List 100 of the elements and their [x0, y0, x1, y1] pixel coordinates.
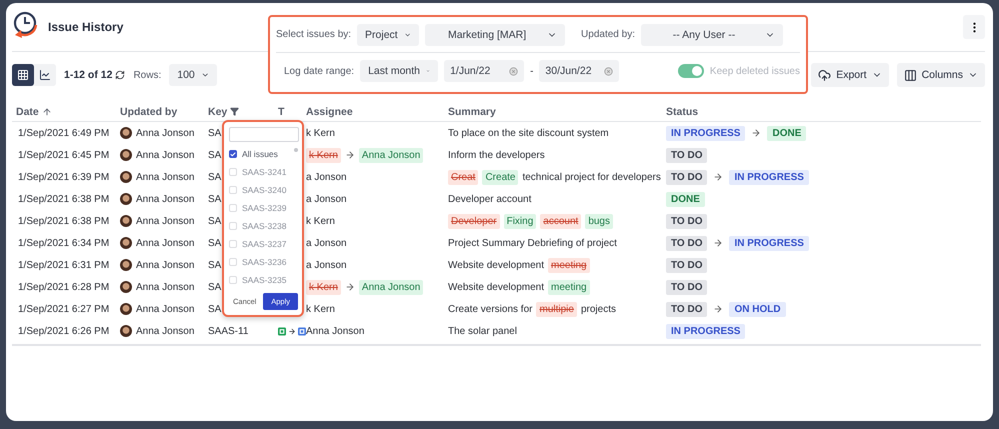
date-cell-text: 1/Sep/2021 6:31 PM	[17, 260, 110, 270]
summary-text: Inform the developers	[448, 150, 545, 160]
issue-key: SA	[208, 260, 222, 270]
user-name: Anna Jonson	[136, 150, 194, 160]
refresh-icon[interactable]	[115, 70, 126, 80]
status-badge: TO DO	[666, 214, 708, 228]
issue-key: SA	[208, 238, 222, 248]
arrow-icon	[713, 304, 724, 314]
summary-text: To place on the site discount system	[448, 128, 609, 138]
export-button[interactable]: Export	[811, 63, 889, 87]
date-cell-text: 1/Sep/2021 6:38 PM	[17, 216, 110, 226]
issue-key: SA	[208, 216, 222, 226]
added-text: Create	[482, 170, 518, 184]
date-range-dropdown[interactable]: Last month	[360, 60, 438, 82]
assignee-name: k Kern	[306, 216, 335, 226]
checkbox[interactable]	[229, 150, 237, 158]
scrollbar-thumb	[294, 148, 298, 152]
avatar	[120, 215, 132, 227]
date-cell-text: 1/Sep/2021 6:26 PM	[17, 326, 110, 336]
summary-text: Create versions for	[448, 304, 532, 314]
removed-text: Creat	[448, 170, 478, 184]
clear-icon[interactable]	[509, 66, 518, 76]
column-header: Date	[16, 106, 39, 118]
arrow-icon	[751, 128, 762, 138]
assignee-name: a Jonson	[306, 194, 347, 204]
status-badge: IN PROGRESS	[729, 170, 809, 184]
added-text: meeting	[548, 280, 590, 294]
status-badge: TO DO	[666, 236, 708, 250]
option-label[interactable]: All issues	[242, 149, 278, 159]
updated-by-dropdown[interactable]: -- Any User --	[640, 24, 783, 46]
status-badge: DONE	[767, 126, 806, 140]
end-date-field[interactable]: 30/Jun/22	[539, 60, 620, 82]
status-badge: ON HOLD	[729, 302, 786, 316]
summary-text: technical project for developers	[522, 172, 661, 182]
rows-dropdown[interactable]: 100	[169, 64, 218, 86]
date-cell-text: 1/Sep/2021 6:49 PM	[17, 128, 110, 138]
assignee-name: k Kern	[306, 304, 335, 314]
issue-key: SA	[208, 150, 222, 160]
added-text: Fixing	[504, 214, 536, 228]
status-badge: DONE	[666, 192, 705, 206]
user-name: Anna Jonson	[136, 172, 194, 182]
user-name: Anna Jonson	[136, 194, 194, 204]
user-name: Anna Jonson	[136, 238, 194, 248]
avatar	[120, 259, 132, 271]
date-cell-text: 1/Sep/2021 6:45 PM	[17, 150, 110, 160]
grid-view-button[interactable]	[12, 64, 34, 86]
selected-value-dropdown[interactable]: Marketing [MAR]	[425, 24, 566, 46]
column-header: T	[278, 106, 284, 118]
assignee-name: a Jonson	[306, 238, 347, 248]
assignee-name: a Jonson	[306, 172, 347, 182]
removed-assignee: k Kern	[306, 148, 341, 162]
avatar	[120, 325, 132, 337]
avatar	[120, 303, 132, 315]
removed-assignee: k Kern	[306, 280, 341, 294]
selection-mode-dropdown[interactable]: Project	[357, 24, 420, 46]
issue-key: SAAS-11	[208, 326, 248, 336]
avatar	[120, 127, 132, 139]
summary-text: Project Summary Debriefing of project	[448, 238, 617, 248]
updated-by-label: Updated by:	[580, 29, 635, 40]
issue-key: SA	[208, 128, 222, 138]
date-cell-text: 1/Sep/2021 6:39 PM	[17, 172, 110, 182]
status-badge: TO DO	[666, 302, 708, 316]
keep-deleted-toggle[interactable]	[678, 64, 704, 78]
column-header: Summary	[448, 106, 496, 118]
clear-icon[interactable]	[604, 66, 614, 76]
date-separator: -	[530, 66, 534, 76]
avatar	[120, 149, 132, 161]
status-badge: IN PROGRESS	[729, 236, 809, 250]
status-badge: IN PROGRESS	[666, 126, 746, 140]
filter-search-field[interactable]	[229, 127, 299, 142]
removed-text: Developer	[448, 214, 500, 228]
user-name: Anna Jonson	[136, 128, 194, 138]
arrow-icon	[344, 282, 355, 292]
date-cell-text: 1/Sep/2021 6:38 PM	[17, 194, 110, 204]
filter-icon[interactable]	[230, 107, 240, 116]
start-date-field[interactable]: 1/Jun/22	[444, 60, 524, 82]
status-badge: TO DO	[666, 170, 708, 184]
user-name: Anna Jonson	[136, 260, 194, 270]
column-header: Assignee	[306, 106, 353, 118]
select-issues-label: Select issues by:	[276, 29, 352, 40]
arrow-icon	[344, 150, 355, 160]
issue-type-icon	[278, 326, 286, 336]
assignee-name: a Jonson	[306, 260, 347, 270]
user-name: Anna Jonson	[136, 326, 194, 336]
arrow-icon	[713, 238, 724, 248]
assignee-name: k Kern	[306, 128, 335, 138]
page-title: Issue History	[48, 20, 124, 34]
columns-icon	[904, 68, 917, 82]
user-name: Anna Jonson	[136, 304, 194, 314]
issue-key: SA	[208, 194, 222, 204]
column-header: Key	[208, 106, 228, 118]
assignee-name: Anna Jonson	[306, 326, 364, 336]
rows-label: Rows:	[133, 70, 162, 80]
issue-key: SA	[208, 282, 222, 292]
summary-text: Website development	[448, 282, 544, 292]
sort-ascending-icon[interactable]	[42, 106, 52, 116]
more-menu-button[interactable]	[963, 15, 985, 39]
status-badge: IN PROGRESS	[666, 324, 746, 338]
columns-button[interactable]: Columns	[896, 63, 985, 87]
summary-text: projects	[580, 304, 616, 314]
